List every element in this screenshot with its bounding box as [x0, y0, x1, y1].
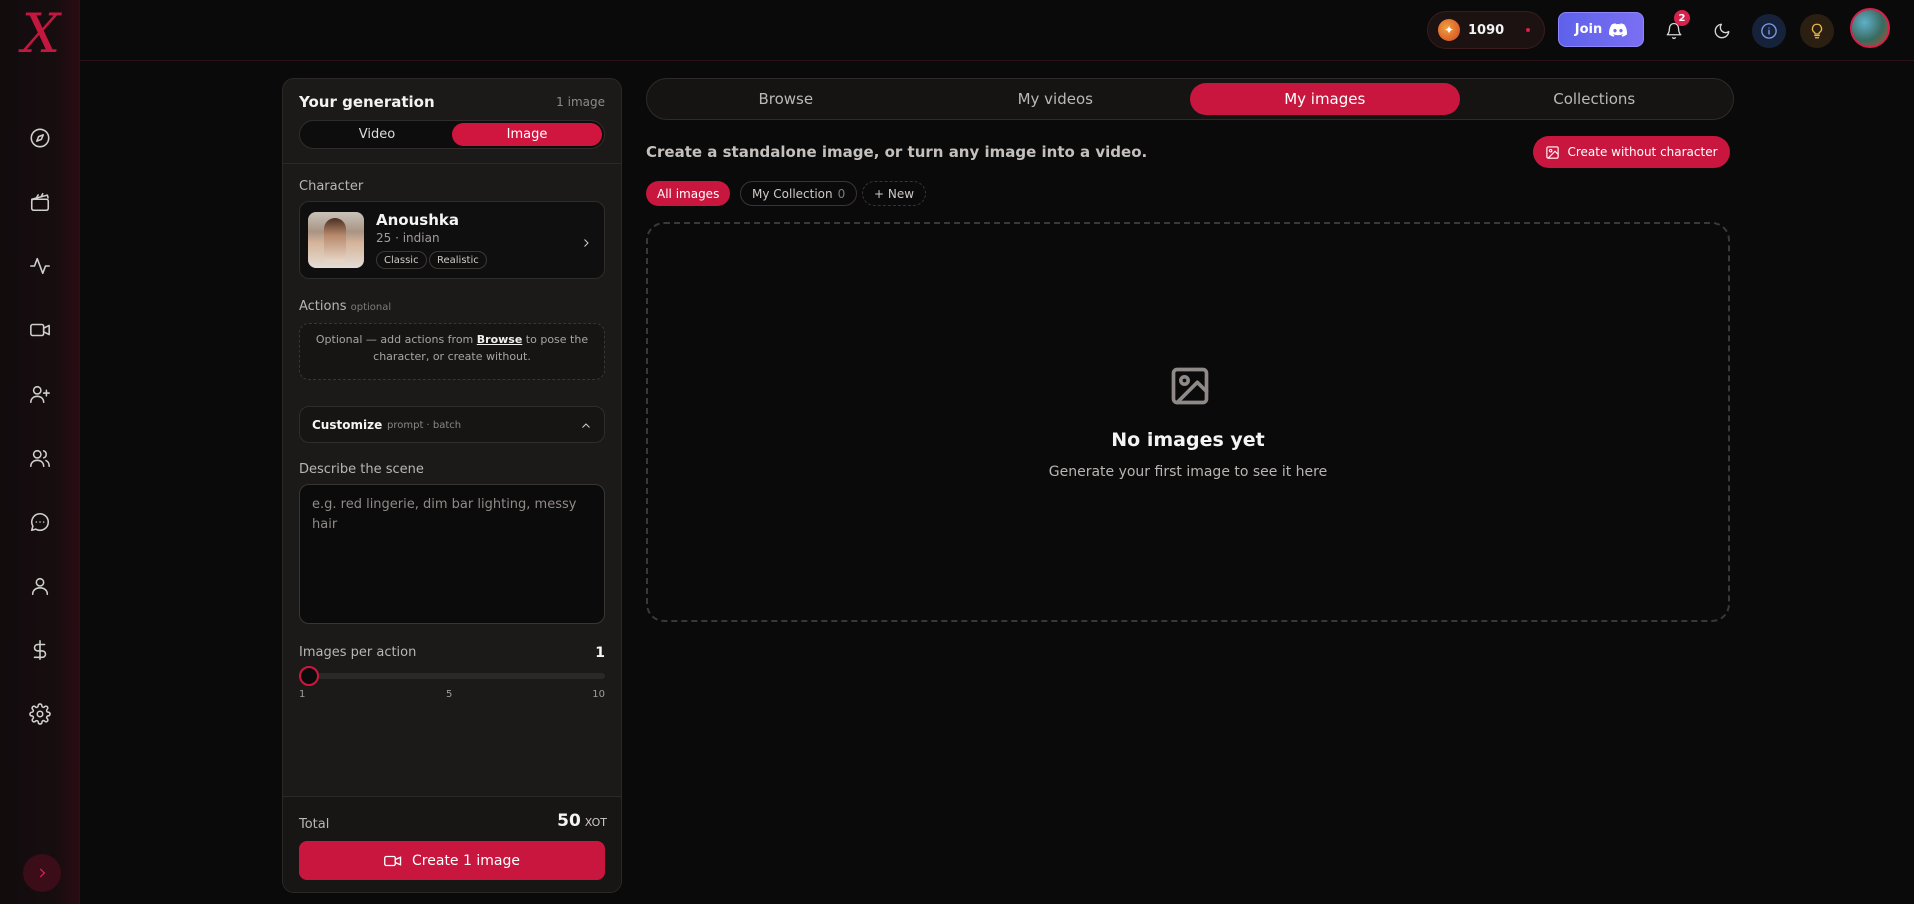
chevron-up-icon [582, 423, 590, 428]
total-value: 50 [557, 811, 581, 831]
chevron-right-icon [39, 868, 46, 878]
sidebar-expand-button[interactable] [23, 854, 61, 892]
join-discord-button[interactable]: Join [1558, 12, 1644, 47]
actions-optional-tag: optional [350, 302, 392, 313]
customize-sublabel: prompt · batch [387, 420, 462, 431]
theme-toggle-button[interactable] [1705, 14, 1739, 48]
character-card[interactable]: Anoushka 25 · indian Classic Realistic [299, 201, 605, 279]
empty-title: No images yet [1111, 429, 1265, 451]
actions-label-text: Actions [299, 299, 347, 314]
generation-panel: Your generation 1 image Video Image Char… [282, 78, 622, 893]
settings-icon[interactable] [27, 701, 53, 727]
actions-hint-text: Optional — add actions from [315, 333, 477, 346]
total-unit: XOT [584, 816, 607, 829]
credits-indicator-dot [1526, 28, 1531, 32]
actions-label: Actions optional [299, 299, 391, 314]
filter-my-collection[interactable]: My Collection 0 [740, 181, 858, 206]
lightbulb-icon [1811, 23, 1823, 39]
character-tag: Realistic [429, 251, 487, 269]
image-plus-icon [1546, 145, 1560, 159]
character-label: Character [299, 179, 364, 194]
slider-tick: 1 [299, 689, 306, 700]
credits-value: 1090 [1468, 22, 1505, 38]
generation-count: 1 image [556, 95, 605, 109]
filter-all-images[interactable]: All images [646, 181, 731, 206]
mode-tab-video[interactable]: Video [302, 123, 452, 146]
compass-icon[interactable] [27, 125, 53, 151]
tab-browse[interactable]: Browse [651, 83, 921, 115]
info-icon [1761, 23, 1777, 39]
images-per-action-slider[interactable] [299, 673, 605, 679]
video-icon [384, 855, 402, 866]
character-tag: Classic [376, 251, 427, 269]
actions-dropzone: Optional — add actions from Browse to po… [299, 323, 605, 380]
panel-title: Your generation [299, 93, 435, 111]
tab-my-images[interactable]: My images [1190, 83, 1460, 115]
mode-tab-image[interactable]: Image [452, 123, 602, 146]
divider [283, 163, 621, 164]
credits-pill[interactable]: ✦ 1090 [1427, 11, 1545, 49]
create-image-button[interactable]: Create 1 image [299, 841, 605, 880]
slider-tick: 5 [446, 689, 453, 700]
slider-handle[interactable] [299, 666, 319, 686]
new-collection-button[interactable]: + New [862, 181, 927, 206]
info-button[interactable] [1752, 14, 1786, 48]
collection-count: 0 [837, 186, 846, 201]
app: X ✦ 1090 Join 2 Your generation 1 image … [0, 0, 1914, 904]
discord-icon [1609, 22, 1628, 37]
tips-button[interactable] [1800, 14, 1834, 48]
user-plus-icon[interactable] [27, 381, 53, 407]
moon-icon [1714, 23, 1730, 39]
image-icon [1168, 364, 1212, 408]
tab-my-videos[interactable]: My videos [921, 83, 1191, 115]
create-without-character-button[interactable]: Create without character [1533, 136, 1730, 168]
character-thumbnail [308, 212, 364, 268]
chevron-right-icon [580, 234, 592, 247]
create-button-label: Create 1 image [412, 852, 520, 869]
notification-count-badge: 2 [1674, 10, 1690, 26]
users-icon[interactable] [27, 445, 53, 471]
panel-footer: Total 50 XOT Create 1 image [283, 796, 621, 892]
total-price: 50 XOT [557, 811, 607, 831]
chat-icon[interactable] [27, 509, 53, 535]
empty-state: No images yet Generate your first image … [646, 222, 1730, 622]
character-meta: 25 · indian [376, 231, 440, 245]
page-headline: Create a standalone image, or turn any i… [646, 143, 1148, 161]
join-label: Join [1574, 22, 1603, 37]
images-per-action-label: Images per action [299, 645, 417, 660]
slider-tick: 10 [592, 689, 605, 700]
total-label: Total [299, 817, 330, 832]
scene-label: Describe the scene [299, 462, 424, 477]
customize-label: Customize [312, 418, 383, 432]
character-name: Anoushka [376, 211, 459, 229]
clapperboard-icon[interactable] [27, 189, 53, 215]
customize-accordion[interactable]: Customize prompt · batch [299, 406, 605, 443]
browse-link[interactable]: Browse [477, 333, 523, 346]
brand-logo[interactable]: X [4, 7, 78, 61]
coin-icon: ✦ [1438, 19, 1460, 41]
activity-icon[interactable] [27, 253, 53, 279]
scene-textarea[interactable] [299, 484, 605, 624]
tab-collections[interactable]: Collections [1460, 83, 1730, 115]
create-without-character-label: Create without character [1567, 145, 1718, 159]
main-tabs: Browse My videos My images Collections [646, 78, 1734, 120]
dollar-icon[interactable] [27, 637, 53, 663]
notifications-button[interactable]: 2 [1657, 10, 1691, 48]
user-avatar[interactable] [1850, 8, 1890, 48]
user-icon[interactable] [27, 573, 53, 599]
video-icon[interactable] [27, 317, 53, 343]
collection-label: My Collection [752, 186, 833, 201]
empty-subtitle: Generate your first image to see it here [1048, 464, 1328, 480]
images-per-action-value: 1 [595, 645, 605, 661]
mode-toggle: Video Image [299, 120, 605, 149]
sidebar: X [0, 0, 80, 904]
